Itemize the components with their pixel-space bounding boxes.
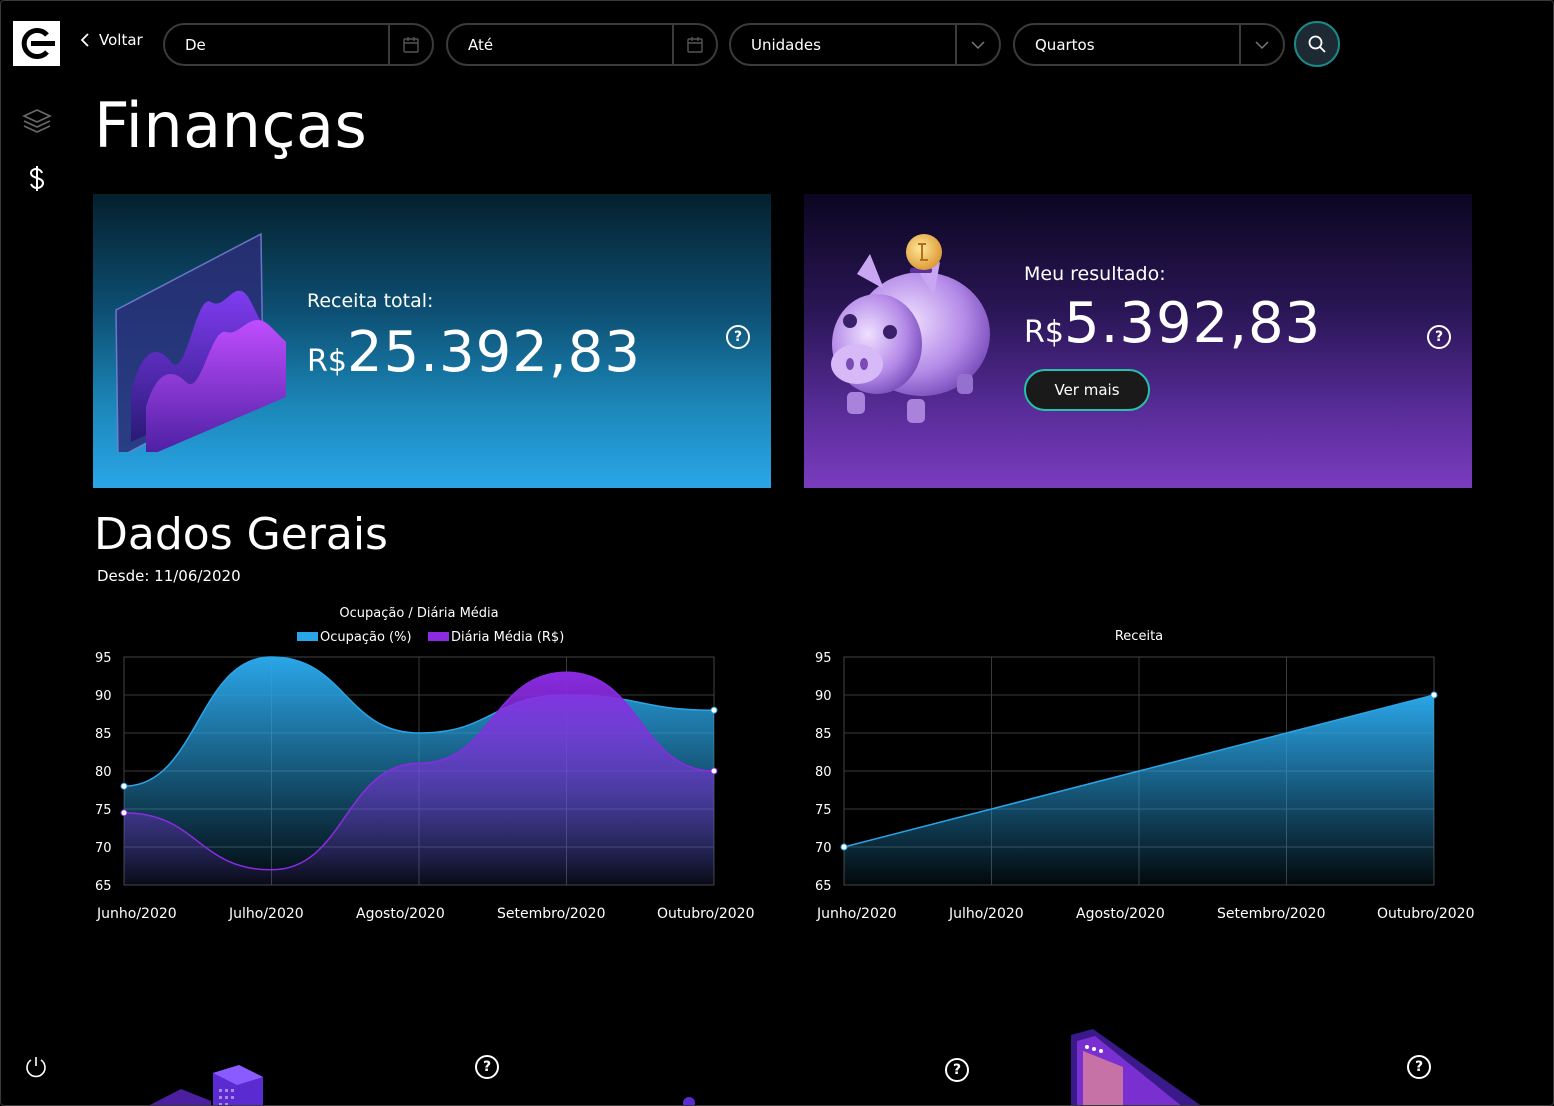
- x-tick-label: Agosto/2020: [1076, 906, 1165, 922]
- y-tick-label: 90: [95, 689, 112, 704]
- x-tick-label: Junho/2020: [816, 906, 897, 922]
- date-to-placeholder: Até: [468, 35, 494, 54]
- x-tick-label: Julho/2020: [948, 906, 1024, 922]
- chart-title: Ocupação / Diária Média: [339, 606, 498, 621]
- legend-label: Ocupação (%): [320, 630, 412, 645]
- x-tick-label: Agosto/2020: [356, 906, 445, 922]
- y-tick-label: 65: [95, 879, 112, 894]
- y-tick-label: 75: [95, 803, 112, 818]
- x-tick-label: Outubro/2020: [1377, 906, 1475, 922]
- area-chart-illustration: [115, 232, 286, 452]
- piggy-bank-illustration: [831, 234, 990, 423]
- chevron-down-icon[interactable]: [1239, 25, 1283, 64]
- power-icon[interactable]: [24, 1055, 48, 1079]
- card-help-icon[interactable]: ?: [945, 1058, 969, 1082]
- x-tick-label: Setembro/2020: [497, 906, 606, 922]
- date-to-field[interactable]: Até: [446, 23, 718, 66]
- y-tick-label: 80: [815, 765, 832, 780]
- data-point: [710, 767, 718, 775]
- dollar-icon[interactable]: [21, 163, 53, 195]
- back-button[interactable]: Voltar: [79, 31, 143, 49]
- result-card: Meu resultado: R$5.392,83 Ver mais ?: [804, 194, 1472, 488]
- result-currency: R$: [1024, 315, 1064, 350]
- data-point: [1430, 691, 1438, 699]
- y-tick-label: 65: [815, 879, 832, 894]
- card-help-icon[interactable]: ?: [475, 1055, 499, 1079]
- calendar-icon[interactable]: [388, 25, 432, 64]
- y-tick-label: 85: [815, 727, 832, 742]
- date-from-field[interactable]: De: [163, 23, 434, 66]
- revenue-value: 25.392,83: [346, 320, 641, 385]
- y-tick-label: 95: [95, 651, 112, 666]
- revenue-help-icon[interactable]: ?: [726, 325, 750, 349]
- laptop-illustration: [1071, 1029, 1201, 1105]
- search-button[interactable]: [1294, 21, 1340, 67]
- layers-icon[interactable]: [21, 105, 53, 137]
- back-label: Voltar: [99, 31, 143, 49]
- revenue-amount: R$25.392,83: [307, 320, 641, 385]
- chevron-left-icon: [80, 33, 89, 47]
- data-point: [120, 809, 128, 817]
- date-from-placeholder: De: [185, 35, 206, 54]
- y-tick-label: 85: [95, 727, 112, 742]
- revenue-card: Receita total: R$25.392,83 ?: [93, 194, 771, 488]
- since-date: Desde: 11/06/2020: [97, 567, 241, 585]
- card-help-icon[interactable]: ?: [1407, 1055, 1431, 1079]
- page-title: Finanças: [94, 89, 368, 162]
- section-title: Dados Gerais: [94, 509, 388, 560]
- y-tick-label: 90: [815, 689, 832, 704]
- result-help-icon[interactable]: ?: [1427, 325, 1451, 349]
- occupancy-chart: Ocupação / Diária Média Ocupação (%) Diári…: [87, 596, 767, 940]
- result-amount: R$5.392,83: [1024, 291, 1321, 356]
- y-tick-label: 70: [815, 841, 832, 856]
- x-tick-label: Julho/2020: [228, 906, 304, 922]
- decoration-illustration: [683, 1097, 695, 1105]
- buildings-illustration: [149, 1065, 263, 1105]
- see-more-button[interactable]: Ver mais: [1024, 369, 1150, 411]
- y-tick-label: 80: [95, 765, 112, 780]
- occupancy-chart-svg: Ocupação / Diária Média Ocupação (%) Diári…: [95, 606, 755, 922]
- chevron-down-icon[interactable]: [955, 25, 999, 64]
- rooms-select[interactable]: Quartos: [1013, 23, 1285, 66]
- revenue-currency: R$: [307, 344, 347, 379]
- rooms-label: Quartos: [1035, 35, 1095, 54]
- search-icon: [1308, 35, 1326, 53]
- y-tick-label: 95: [815, 651, 832, 666]
- app-frame: Voltar De Até Unidades Quartos Finanças: [0, 0, 1554, 1106]
- calendar-icon[interactable]: [672, 25, 716, 64]
- legend-swatch: [428, 632, 449, 641]
- x-tick-label: Setembro/2020: [1217, 906, 1326, 922]
- c-logo-icon[interactable]: [13, 21, 60, 66]
- result-value: 5.392,83: [1063, 291, 1322, 356]
- data-point: [840, 843, 848, 851]
- legend-swatch: [297, 632, 318, 641]
- units-label: Unidades: [751, 35, 821, 54]
- chart-title: Receita: [1115, 629, 1163, 644]
- revenue-chart: Receita 95 90 85 80 75 70 65 Junho/2020 Julho/202…: [807, 596, 1487, 940]
- data-point: [120, 782, 128, 790]
- x-tick-label: Junho/2020: [96, 906, 177, 922]
- legend-label: Diária Média (R$): [451, 630, 564, 645]
- units-select[interactable]: Unidades: [729, 23, 1001, 66]
- revenue-label: Receita total:: [307, 290, 434, 312]
- result-label: Meu resultado:: [1024, 263, 1166, 285]
- revenue-chart-svg: Receita 95 90 85 80 75 70 65 Junho/2020 Julho/202…: [815, 629, 1475, 922]
- data-point: [710, 706, 718, 714]
- x-tick-label: Outubro/2020: [657, 906, 755, 922]
- y-tick-label: 70: [95, 841, 112, 856]
- y-tick-label: 75: [815, 803, 832, 818]
